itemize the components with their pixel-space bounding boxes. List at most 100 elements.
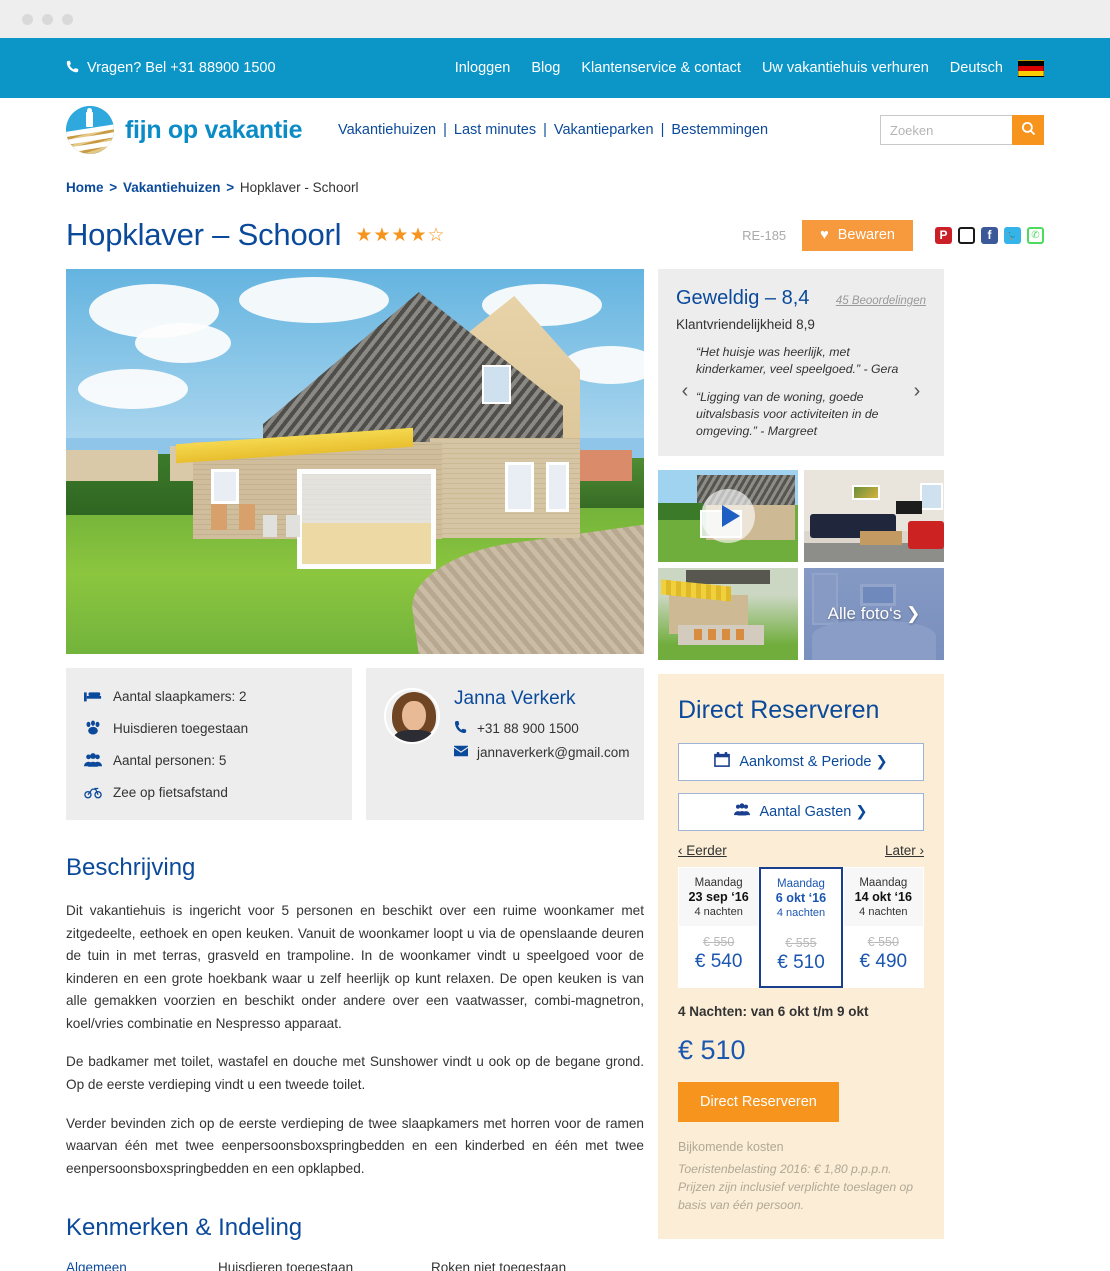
topnav-item-inloggen[interactable]: Inloggen bbox=[455, 60, 511, 76]
page-title: Hopklaver – Schoorl bbox=[66, 217, 342, 252]
bed-icon bbox=[84, 688, 102, 704]
logo-text: fijn op vakantie bbox=[125, 115, 303, 144]
play-icon[interactable] bbox=[701, 488, 755, 543]
topnav-item-language[interactable]: Deutsch bbox=[950, 60, 1003, 76]
guests-button[interactable]: Aantal Gasten ❯ bbox=[678, 792, 924, 831]
price-card-price: € 540 bbox=[694, 950, 743, 972]
twitter-icon[interactable]: 🐦 bbox=[1004, 226, 1021, 244]
pinterest-icon[interactable]: P bbox=[935, 226, 952, 244]
topnav-item-verhuren[interactable]: Uw vakantiehuis verhuren bbox=[762, 60, 929, 76]
thumb-exterior-video[interactable] bbox=[658, 469, 798, 562]
breadcrumb-chevron: > bbox=[226, 180, 235, 195]
instagram-icon[interactable] bbox=[958, 226, 975, 244]
extra-costs-text: Toeristenbelasting 2016: € 1,80 p.p.p.n.… bbox=[678, 1161, 914, 1213]
top-nav: Inloggen Blog Klantenservice & contact U… bbox=[455, 59, 1044, 77]
kenmerken-item: Huisdieren toegestaan bbox=[218, 1260, 354, 1271]
period-next-button[interactable]: Later › bbox=[885, 843, 924, 858]
contact-name: Janna Verkerk bbox=[454, 688, 576, 709]
contact-email-row[interactable]: jannaverkerk@gmail.com bbox=[454, 745, 630, 760]
booking-panel: Direct Reserveren Aankomst & Periode ❯ A… bbox=[658, 673, 944, 1239]
nav-item-bestemmingen[interactable]: Bestemmingen bbox=[671, 122, 768, 138]
browser-titlebar bbox=[0, 0, 1110, 38]
thumb-terrace[interactable] bbox=[658, 567, 798, 660]
people-icon bbox=[84, 752, 102, 768]
review-prev-button[interactable]: ‹ bbox=[676, 380, 694, 403]
arrival-period-button[interactable]: Aankomst & Periode ❯ bbox=[678, 742, 924, 781]
review-quote-author: - Margreet bbox=[760, 423, 817, 438]
price-card-old-price: € 555 bbox=[785, 935, 817, 950]
price-card[interactable]: Maandag 14 okt ‘16 4 nachten € 550 € 490 bbox=[842, 866, 924, 988]
heart-icon: ♥ bbox=[820, 227, 829, 243]
facebook-icon[interactable]: f bbox=[981, 226, 998, 244]
info-boxes-row: Aantal slaapkamers: 2 Huisdieren toegest… bbox=[66, 654, 644, 820]
reference-code: RE-185 bbox=[742, 227, 787, 243]
period-nav: ‹ Eerder Later › bbox=[678, 843, 924, 858]
whatsapp-icon[interactable]: ✆ bbox=[1027, 226, 1044, 244]
price-card[interactable]: Maandag 23 sep ‘16 4 nachten € 550 € 540 bbox=[678, 866, 760, 988]
german-flag-icon[interactable] bbox=[1018, 59, 1044, 77]
window-dot-close[interactable] bbox=[22, 13, 33, 25]
price-card-price: € 510 bbox=[777, 951, 825, 973]
topnav-item-klantenservice[interactable]: Klantenservice & contact bbox=[581, 60, 741, 76]
search-input[interactable] bbox=[880, 115, 1012, 145]
total-price: € 510 bbox=[678, 1034, 746, 1065]
feature-item-persons: Aantal personen: 5 bbox=[84, 752, 334, 768]
price-card-date: 6 okt ‘16 bbox=[775, 890, 827, 905]
breadcrumb: Home > Vakantiehuizen > Hopklaver - Scho… bbox=[66, 162, 1044, 195]
contact-box: Janna Verkerk +31 88 900 1500 jannaverke… bbox=[366, 668, 644, 820]
price-card-nights: 4 nachten bbox=[776, 906, 826, 919]
avatar bbox=[384, 688, 440, 744]
top-utility-bar: Vragen? Bel +31 88900 1500 Inloggen Blog… bbox=[0, 38, 1110, 98]
content-grid: Aantal slaapkamers: 2 Huisdieren toegest… bbox=[66, 269, 1044, 1271]
hero-image[interactable] bbox=[66, 269, 644, 654]
breadcrumb-home[interactable]: Home bbox=[66, 180, 104, 195]
feature-label: Aantal personen: 5 bbox=[113, 752, 227, 768]
price-card-selected[interactable]: Maandag 6 okt ‘16 4 nachten € 555 € 510 bbox=[759, 866, 843, 988]
review-friendliness: Klantvriendelijkheid 8,9 bbox=[676, 317, 815, 332]
nav-item-vakantieparken[interactable]: Vakantieparken bbox=[554, 122, 654, 138]
topnav-item-blog[interactable]: Blog bbox=[531, 60, 560, 76]
feature-label: Zee op fietsafstand bbox=[113, 784, 228, 800]
breadcrumb-category[interactable]: Vakantiehuizen bbox=[123, 180, 221, 195]
phone-icon bbox=[454, 721, 468, 736]
contact-phone: +31 88 900 1500 bbox=[477, 721, 579, 736]
phone-text: Vragen? Bel +31 88900 1500 bbox=[87, 60, 276, 76]
review-quote-text: “Het huisje was heerlijk, met kinderkame… bbox=[696, 345, 861, 376]
kenmerken-row: Algemeen Huisdieren toegestaan Internet … bbox=[66, 1260, 644, 1271]
arrival-period-label: Aankomst & Periode ❯ bbox=[739, 753, 888, 770]
price-card-day: Maandag bbox=[777, 877, 825, 890]
paw-icon bbox=[84, 720, 102, 736]
phone-icon bbox=[66, 60, 79, 77]
all-photos-label[interactable]: Alle foto‘s ❯ bbox=[804, 568, 944, 660]
search-icon bbox=[1021, 121, 1036, 139]
save-button[interactable]: ♥ Bewaren bbox=[802, 219, 913, 251]
window-dot-maximize[interactable] bbox=[62, 13, 73, 25]
right-column: Geweldig – 8,4 45 Beoordelingen Klantvri… bbox=[658, 269, 944, 1239]
search-button[interactable] bbox=[1012, 115, 1044, 145]
price-card-old-price: € 550 bbox=[703, 934, 735, 949]
site-logo[interactable]: fijn op vakantie bbox=[66, 106, 338, 154]
kenmerken-item: Roken niet toegestaan bbox=[431, 1260, 567, 1271]
booking-title: Direct Reserveren bbox=[678, 695, 880, 724]
review-score: Geweldig – 8,4 bbox=[676, 287, 810, 309]
review-count-link[interactable]: 45 Beoordelingen bbox=[836, 295, 926, 307]
thumbnail-gallery: Alle foto‘s ❯ bbox=[658, 469, 944, 660]
feature-item-pets: Huisdieren toegestaan bbox=[84, 720, 334, 736]
nav-item-vakantiehuizen[interactable]: Vakantiehuizen bbox=[338, 122, 436, 138]
reserve-button[interactable]: Direct Reserveren bbox=[678, 1081, 839, 1122]
review-next-button[interactable]: › bbox=[908, 380, 926, 403]
thumb-bedroom-all-photos[interactable]: Alle foto‘s ❯ bbox=[804, 567, 944, 660]
guests-label: Aantal Gasten ❯ bbox=[759, 803, 868, 820]
social-share-row: P f 🐦 ✆ bbox=[935, 226, 1044, 244]
contact-phone-row[interactable]: +31 88 900 1500 bbox=[454, 721, 630, 736]
description-paragraph: Dit vakantiehuis is ingericht voor 5 per… bbox=[66, 903, 644, 1031]
price-card-nights: 4 nachten bbox=[694, 905, 743, 918]
description-paragraph: Verder bevinden zich op de eerste verdie… bbox=[66, 1115, 644, 1176]
thumb-living-room[interactable] bbox=[804, 469, 944, 562]
price-card-nights: 4 nachten bbox=[859, 905, 908, 918]
nav-item-last-minutes[interactable]: Last minutes bbox=[454, 122, 536, 138]
window-dot-minimize[interactable] bbox=[42, 13, 53, 25]
period-prev-button[interactable]: ‹ Eerder bbox=[678, 843, 727, 858]
price-card-price: € 490 bbox=[859, 950, 908, 972]
main-nav: Vakantiehuizen | Last minutes | Vakantie… bbox=[338, 122, 768, 138]
